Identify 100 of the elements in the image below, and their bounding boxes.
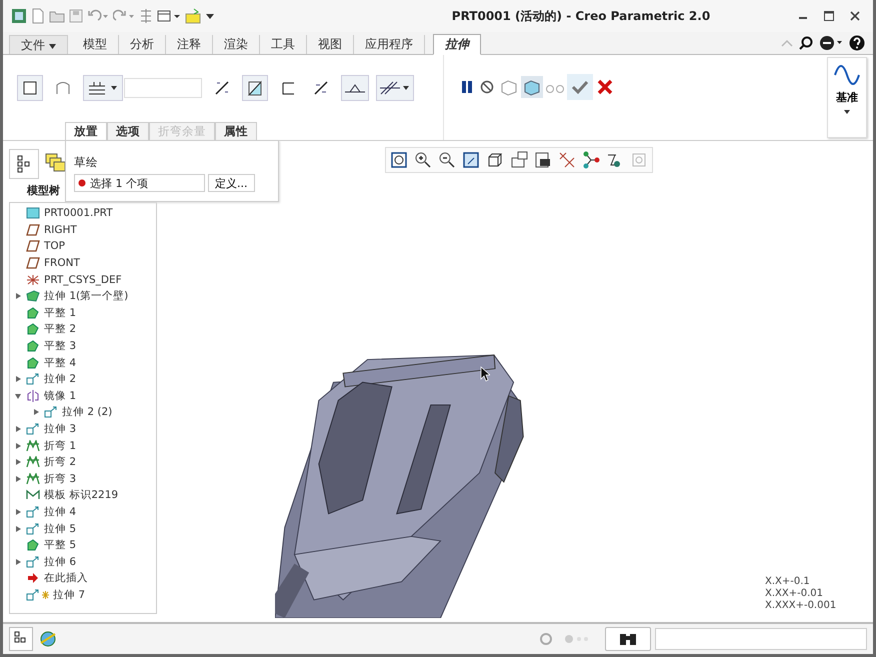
tree-item[interactable]: 拉伸 3: [44, 422, 76, 436]
expand-arrow-icon[interactable]: [14, 292, 22, 300]
checkmark-icon[interactable]: [567, 74, 593, 100]
form-icon: [26, 489, 40, 502]
bend-icon: [26, 472, 40, 485]
tree-item[interactable]: 平整 4: [44, 356, 76, 370]
expand-arrow-icon[interactable]: [14, 458, 22, 466]
tree-item[interactable]: 拉伸 1(第一个壁): [44, 289, 128, 304]
window-title: PRT0001 (活动的) - Creo Parametric 2.0: [450, 8, 712, 24]
caret-icon: [843, 109, 851, 115]
dashboard-tab[interactable]: 选项: [107, 122, 149, 140]
new-file-icon[interactable]: [31, 8, 45, 24]
file-menu-button[interactable]: 文件: [9, 35, 68, 54]
refit-icon[interactable]: [389, 150, 409, 170]
extrude-icon: [26, 556, 40, 568]
tree-item[interactable]: 拉伸 4: [44, 504, 76, 519]
redo-icon[interactable]: [113, 9, 135, 23]
community-icon[interactable]: [819, 35, 843, 51]
expand-arrow-icon[interactable]: [32, 408, 40, 416]
depth-input-field[interactable]: [124, 78, 202, 98]
tree-item[interactable]: RIGHT: [44, 224, 77, 236]
tree-item[interactable]: 平整 3: [44, 339, 76, 354]
remove-material-icon[interactable]: [242, 75, 268, 101]
expand-arrow-icon[interactable]: [14, 442, 22, 450]
maximize-icon[interactable]: [823, 10, 835, 22]
tree-item[interactable]: FRONT: [44, 257, 80, 270]
flat-wall-icon: [26, 356, 40, 369]
expand-arrow-icon[interactable]: [14, 508, 22, 516]
depth-options-icon[interactable]: [83, 75, 123, 101]
selection-filter-field[interactable]: [655, 628, 867, 650]
flat-wall-icon: [26, 340, 40, 352]
view-manager-icon[interactable]: [509, 150, 529, 170]
zoom-in-icon[interactable]: [413, 150, 433, 170]
bend-icon: [26, 456, 40, 468]
tree-item[interactable]: 平整 5: [44, 538, 76, 552]
extrude-icon: [26, 423, 40, 436]
tree-item[interactable]: 在此插入: [44, 571, 88, 586]
model-tree-icon[interactable]: [9, 149, 39, 179]
wall-icon: [26, 290, 40, 302]
tree-item[interactable]: 拉伸 7: [53, 588, 86, 602]
expand-arrow-icon[interactable]: [14, 425, 22, 434]
customize-caret-icon[interactable]: [205, 11, 215, 21]
tree-item[interactable]: 折弯 2: [44, 455, 76, 470]
cut-normal-icon[interactable]: [376, 75, 414, 101]
undo-icon[interactable]: [87, 9, 109, 23]
expand-arrow-icon[interactable]: [14, 375, 22, 384]
ribbon-tab[interactable]: 注释: [166, 35, 213, 54]
ribbon-tab[interactable]: 渲染: [212, 35, 260, 54]
zoom-out-icon[interactable]: [437, 150, 457, 170]
expand-arrow-icon[interactable]: [14, 474, 22, 483]
status-dot-icon: [78, 179, 86, 187]
verify-icon[interactable]: [521, 76, 543, 98]
help-icon[interactable]: [849, 35, 865, 51]
tree-item[interactable]: PRT0001.PRT: [44, 207, 113, 220]
points-icon[interactable]: [581, 150, 601, 170]
flat-wall-icon: [26, 539, 40, 552]
expand-arrow-icon[interactable]: [14, 524, 22, 533]
open-folder-icon[interactable]: [49, 9, 65, 23]
sketch-collector-field[interactable]: 选择 1 个项: [74, 174, 205, 192]
tree-item[interactable]: PRT_CSYS_DEF: [44, 274, 122, 286]
search-icon[interactable]: [799, 36, 813, 50]
ribbon-tab[interactable]: 工具: [260, 35, 307, 54]
caret-icon: [48, 44, 56, 48]
tree-item[interactable]: 平整 2: [44, 322, 76, 336]
tree-item[interactable]: 拉伸 2: [44, 372, 76, 386]
define-button[interactable]: 定义...: [208, 174, 254, 192]
model-tree-toggle-icon[interactable]: [9, 627, 33, 651]
windows-icon[interactable]: [157, 9, 181, 23]
dashboard-tab[interactable]: 属性: [215, 122, 257, 140]
sine-wave-icon: [833, 64, 861, 86]
collapse-arrow-icon[interactable]: [14, 392, 22, 400]
tree-item[interactable]: TOP: [44, 240, 66, 252]
extrude-icon: [44, 406, 58, 418]
tree-item[interactable]: 平整 1: [44, 306, 76, 320]
datum-display-icon[interactable]: [557, 150, 577, 170]
ribbon-tab[interactable]: 应用程序: [354, 35, 425, 54]
tree-item[interactable]: 折弯 3: [44, 472, 76, 486]
mirror-icon: [26, 390, 40, 402]
solid-icon[interactable]: [17, 75, 43, 101]
sheet-edge-icon[interactable]: [341, 75, 369, 101]
tree-item[interactable]: 拉伸 5: [44, 522, 76, 536]
tree-item[interactable]: 拉伸 6: [44, 554, 76, 569]
expand-arrow-icon[interactable]: [14, 558, 22, 566]
tree-item[interactable]: 折弯 1: [44, 438, 76, 453]
ribbon-tab[interactable]: 分析: [118, 35, 166, 54]
find-binoculars-icon[interactable]: [605, 627, 651, 651]
close-icon[interactable]: [849, 10, 861, 22]
sketch-label: 草绘: [74, 155, 98, 170]
tree-item[interactable]: 镜像 1: [44, 388, 76, 403]
extrude-icon: [26, 506, 40, 518]
model-tree-label: 模型树: [26, 183, 60, 199]
datum-button[interactable]: 基准: [827, 57, 867, 138]
tree-item[interactable]: 模板 标识2219: [44, 488, 118, 502]
dashboard-tab[interactable]: 放置: [65, 122, 107, 140]
repaint-icon[interactable]: [461, 150, 481, 170]
ribbon-tab[interactable]: 拉伸: [432, 34, 481, 55]
ribbon-tab[interactable]: 视图: [306, 35, 354, 54]
tree-item[interactable]: 拉伸 2 (2): [62, 405, 112, 420]
display-style-icon[interactable]: [533, 150, 553, 170]
ribbon-tab[interactable]: 模型: [72, 35, 119, 54]
